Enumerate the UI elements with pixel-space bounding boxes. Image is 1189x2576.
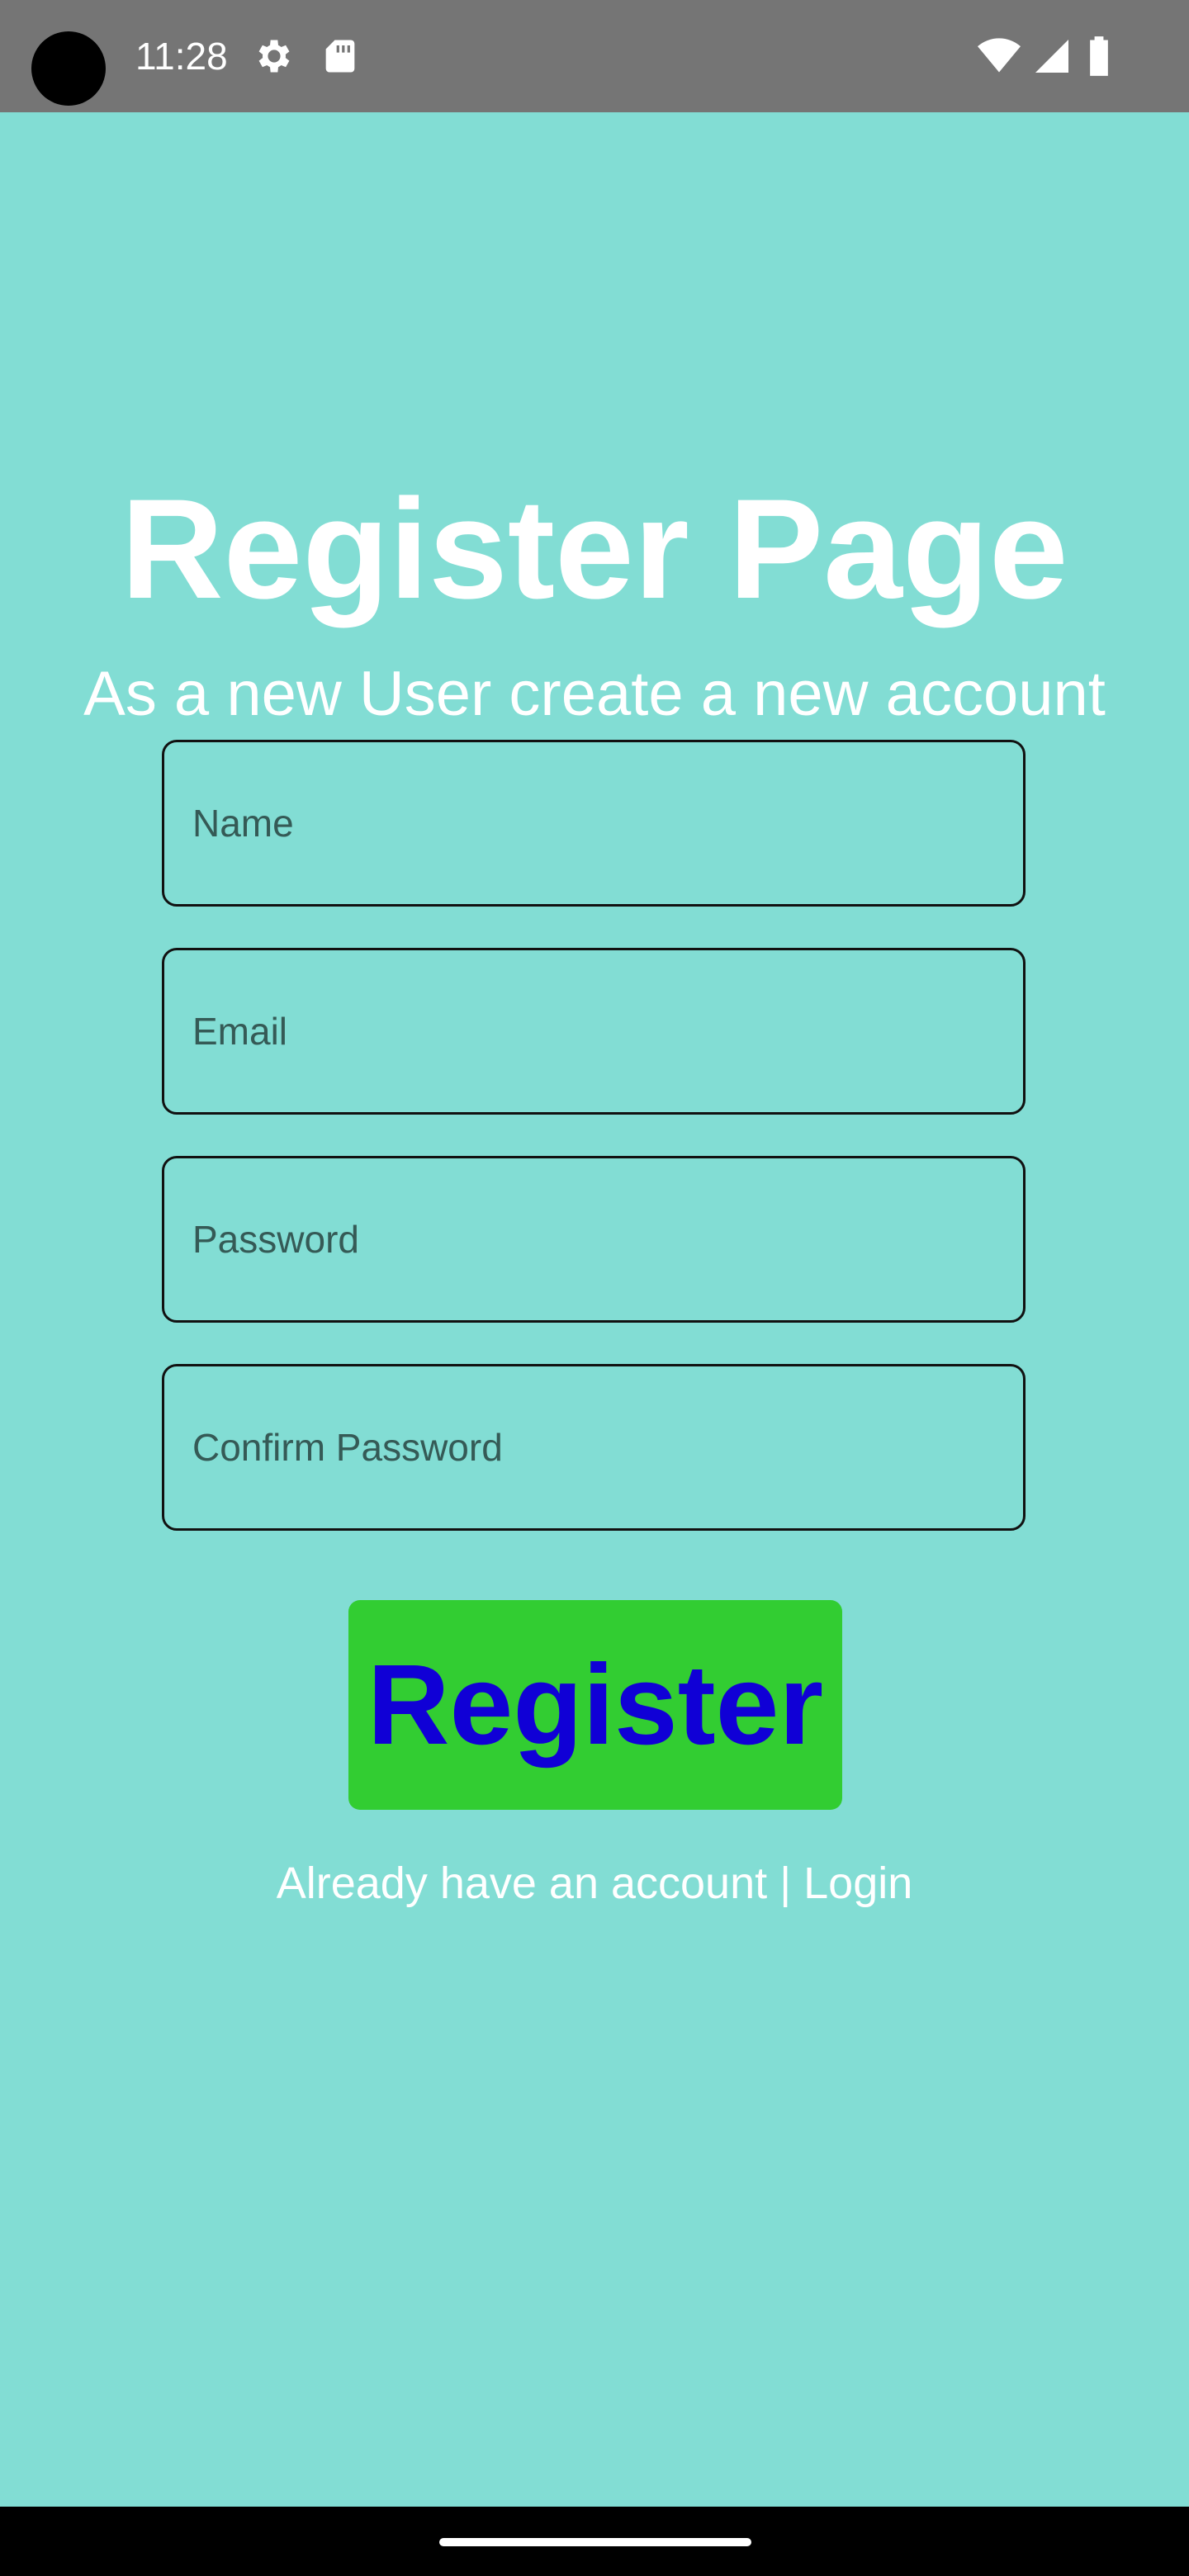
camera-cutout [31, 31, 106, 106]
name-input[interactable] [164, 742, 1023, 904]
page-title: Register Page [121, 470, 1068, 628]
page-subtitle: As a new User create a new account [83, 659, 1106, 729]
register-button[interactable]: Register [348, 1600, 842, 1810]
password-input[interactable] [164, 1158, 1023, 1320]
status-time: 11:28 [135, 35, 228, 78]
gear-icon [258, 40, 290, 73]
confirm-password-field[interactable] [162, 1364, 1026, 1531]
register-screen: 11:28 Register Page As a new User create… [0, 0, 1189, 2576]
home-handle[interactable] [439, 2538, 751, 2546]
battery-icon [1090, 36, 1108, 76]
wifi-icon [978, 38, 1021, 73]
signal-icon [1035, 40, 1068, 73]
login-link[interactable]: Already have an account | Login [0, 1854, 1189, 1912]
status-bar: 11:28 [0, 0, 1189, 112]
navigation-bar [0, 2507, 1189, 2576]
sd-card-icon [325, 40, 355, 73]
email-input[interactable] [164, 950, 1023, 1112]
email-field[interactable] [162, 948, 1026, 1115]
name-field[interactable] [162, 740, 1026, 907]
confirm-password-input[interactable] [164, 1366, 1023, 1528]
password-field[interactable] [162, 1156, 1026, 1323]
